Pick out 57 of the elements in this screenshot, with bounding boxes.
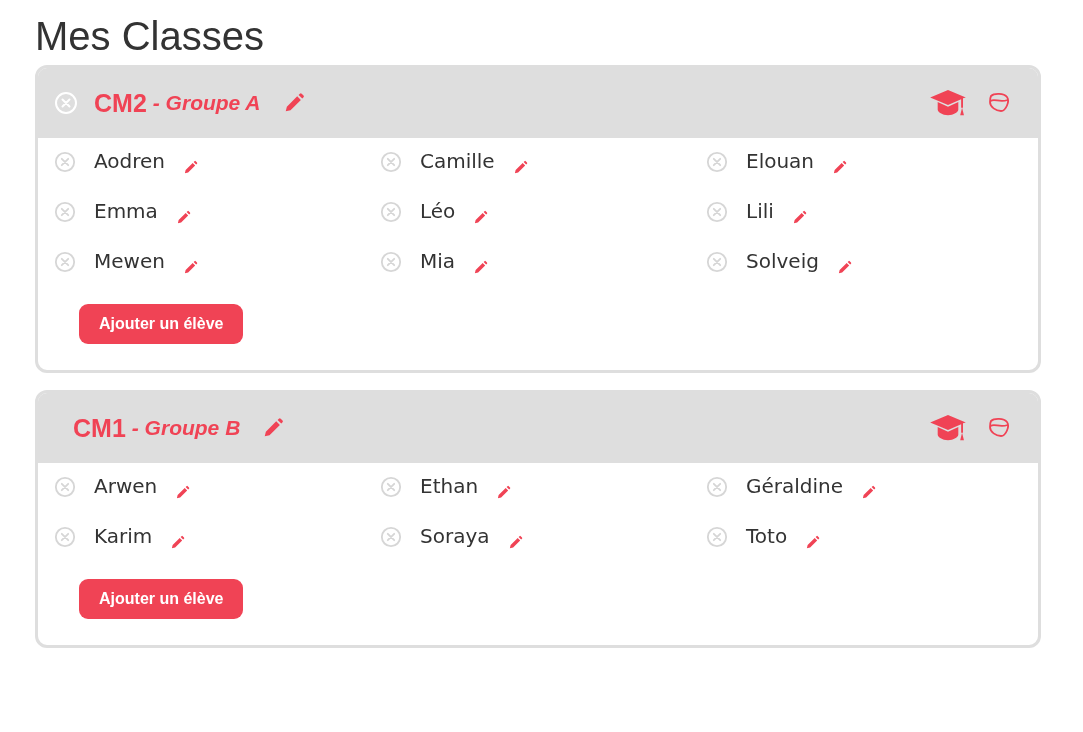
remove-icon[interactable] (54, 151, 76, 173)
add-student-button[interactable]: Ajouter un élève (79, 304, 244, 344)
student-name: Toto (746, 523, 788, 549)
class-group: - Groupe A (152, 91, 261, 115)
remove-icon[interactable] (706, 151, 728, 173)
student-name: Arwen (94, 473, 158, 499)
student-name: Camille (420, 148, 495, 174)
edit-icon[interactable] (473, 260, 489, 275)
student-name: Aodren (94, 148, 166, 174)
remove-icon[interactable] (706, 201, 728, 223)
edit-icon[interactable] (836, 260, 852, 275)
edit-icon[interactable] (262, 417, 285, 439)
student-name: Mewen (94, 248, 165, 274)
remove-icon[interactable] (54, 201, 76, 223)
graduation-cap-icon[interactable] (929, 413, 967, 443)
class-group: - Groupe B (131, 416, 241, 440)
remove-icon[interactable] (380, 151, 402, 173)
edit-icon[interactable] (170, 535, 186, 550)
remove-icon[interactable] (706, 476, 728, 498)
remove-icon[interactable] (380, 526, 402, 548)
remove-icon[interactable] (706, 251, 728, 273)
remove-icon[interactable] (54, 476, 76, 498)
edit-icon[interactable] (496, 485, 512, 500)
page-title: Mes Classes (35, 14, 264, 59)
student-name: Lili (746, 198, 774, 224)
edit-icon[interactable] (182, 260, 198, 275)
student-name: Mia (420, 248, 456, 274)
remove-icon[interactable] (380, 201, 402, 223)
remove-icon[interactable] (54, 251, 76, 273)
student-name: Solveig (746, 248, 819, 274)
class-name: CM2 (94, 88, 147, 118)
edit-icon[interactable] (473, 210, 489, 225)
remove-icon[interactable] (54, 526, 76, 548)
student-name: Géraldine (746, 473, 844, 499)
add-student-button[interactable]: Ajouter un élève (79, 579, 244, 619)
student-name: Elouan (746, 148, 815, 174)
shape-outline-icon[interactable] (987, 416, 1011, 440)
graduation-cap-icon[interactable] (929, 88, 967, 118)
edit-icon[interactable] (832, 160, 848, 175)
remove-icon[interactable] (706, 526, 728, 548)
edit-icon[interactable] (791, 210, 807, 225)
student-name: Ethan (420, 473, 479, 499)
shape-outline-icon[interactable] (987, 91, 1011, 115)
class-name: CM1 (73, 413, 126, 443)
edit-icon[interactable] (175, 210, 191, 225)
student-name: Karim (94, 523, 153, 549)
edit-icon[interactable] (805, 535, 821, 550)
edit-icon[interactable] (183, 160, 199, 175)
edit-icon[interactable] (507, 535, 523, 550)
edit-icon[interactable] (512, 160, 528, 175)
edit-icon[interactable] (861, 485, 877, 500)
student-name: Soraya (420, 523, 490, 549)
edit-icon[interactable] (175, 485, 191, 500)
remove-icon[interactable] (380, 251, 402, 273)
student-name: Léo (420, 198, 456, 224)
remove-icon[interactable] (380, 476, 402, 498)
student-name: Emma (94, 198, 158, 224)
